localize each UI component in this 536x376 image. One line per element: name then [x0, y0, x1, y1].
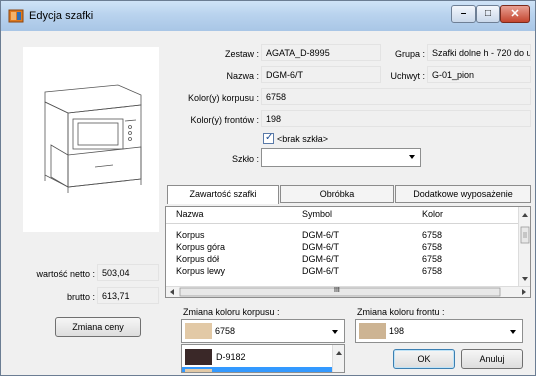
body-color-swatch	[185, 323, 212, 339]
cell-symbol: DGM-6/T	[302, 242, 339, 252]
cell-color: 6758	[422, 266, 443, 276]
tab-machining[interactable]: Obróbka	[280, 185, 394, 203]
body-colors-field: 6758	[261, 88, 531, 105]
front-colors-field: 198	[261, 110, 531, 127]
net-value-field: 503,04	[97, 264, 159, 281]
color-swatch	[185, 369, 212, 372]
front-colors-label: Kolor(y) frontów :	[190, 115, 259, 125]
checkmark-icon: ✓	[265, 132, 274, 143]
net-value-label: wartość netto :	[36, 269, 95, 279]
cell-name: Korpus lewy	[176, 266, 226, 276]
close-button[interactable]: ✕	[500, 5, 530, 23]
table-row[interactable]: Korpus lewy DGM-6/T 6758	[166, 266, 520, 277]
cell-symbol: DGM-6/T	[302, 266, 339, 276]
glass-select[interactable]	[261, 148, 421, 167]
cell-name: Korpus	[176, 230, 205, 240]
glass-label: Szkło :	[231, 154, 259, 164]
front-color-value: 198	[389, 326, 405, 336]
cabinet-preview	[23, 47, 159, 232]
front-color-change-label: Zmiana koloru frontu :	[357, 307, 445, 317]
cell-symbol: DGM-6/T	[302, 230, 339, 240]
dropdown-scrollbar[interactable]	[332, 345, 344, 372]
body-colors-label: Kolor(y) korpusu :	[187, 93, 259, 103]
chevron-down-icon	[409, 155, 415, 159]
gross-value-field: 613,71	[97, 287, 159, 304]
gross-value-label: brutto :	[66, 292, 95, 302]
cancel-button[interactable]: Anuluj	[461, 349, 523, 369]
table-vertical-scrollbar[interactable]	[518, 207, 530, 287]
edit-cabinet-window: Edycja szafki – □ ✕ Zestaw: AGATA_D-899…	[0, 0, 536, 376]
body-color-dropdown-list[interactable]: D-9182 6758	[181, 344, 345, 373]
minimize-icon: –	[460, 8, 467, 19]
column-header-name[interactable]: Nazwa	[176, 209, 204, 219]
dropdown-item-label: 6758	[216, 372, 236, 373]
color-swatch	[185, 349, 212, 365]
minimize-button[interactable]: –	[451, 5, 476, 23]
front-color-select[interactable]: 198	[355, 319, 523, 343]
body-color-change-label: Zmiana koloru korpusu :	[183, 307, 280, 317]
set-field: AGATA_D-8995	[261, 44, 381, 61]
dropdown-item-label: D-9182	[216, 352, 246, 362]
front-color-swatch	[359, 323, 386, 339]
ok-button[interactable]: OK	[393, 349, 455, 369]
table-horizontal-scrollbar[interactable]: III	[166, 286, 530, 297]
title-bar[interactable]: Edycja szafki – □ ✕	[1, 1, 535, 31]
table-row[interactable]: Korpus dół DGM-6/T 6758	[166, 254, 520, 265]
column-header-color[interactable]: Kolor	[422, 209, 443, 219]
chevron-down-icon	[332, 330, 338, 334]
no-glass-label: <brak szkła>	[277, 134, 329, 144]
close-icon: ✕	[510, 8, 520, 20]
dialog-content: Zestaw : AGATA_D-8995 Grupa : Szafki dol…	[5, 31, 531, 373]
cell-color: 6758	[422, 254, 443, 264]
scroll-arrows-icon	[520, 213, 530, 281]
body-color-select[interactable]: 6758	[181, 319, 345, 343]
table-row[interactable]: Korpus góra DGM-6/T 6758	[166, 242, 520, 253]
no-glass-checkbox[interactable]: ✓	[263, 132, 274, 144]
chevron-down-icon	[510, 330, 516, 334]
set-label: Zestaw :	[224, 49, 259, 59]
column-header-symbol[interactable]: Symbol	[302, 209, 332, 219]
cell-name: Korpus góra	[176, 242, 226, 252]
cell-name: Korpus dół	[176, 254, 220, 264]
name-field: DGM-6/T	[261, 66, 381, 83]
body-color-value: 6758	[215, 326, 236, 336]
table-header: Nazwa Symbol Kolor	[166, 207, 520, 224]
handle-label: Uchwyt :	[390, 71, 425, 81]
cabinet-drawing	[44, 84, 142, 193]
dropdown-item[interactable]: D-9182	[182, 347, 332, 367]
tab-extra-equipment[interactable]: Dodatkowe wyposażenie	[395, 185, 531, 203]
handle-field: G-01_pion	[427, 66, 531, 83]
window-title: Edycja szafki	[29, 10, 94, 22]
cabinet-app-icon	[8, 9, 24, 23]
tab-cabinet-contents[interactable]: Zawartość szafki	[167, 185, 279, 204]
name-label: Nazwa :	[226, 71, 259, 81]
change-price-button[interactable]: Zmiana ceny	[55, 317, 141, 337]
maximize-button[interactable]: □	[476, 5, 500, 23]
scroll-arrows-icon	[170, 287, 526, 297]
dropdown-item-selected[interactable]: 6758	[182, 367, 332, 373]
scroll-grip: III	[334, 287, 340, 294]
contents-table[interactable]: Nazwa Symbol Kolor Korpus DGM-6/T 6758 K…	[165, 206, 531, 298]
cell-symbol: DGM-6/T	[302, 254, 339, 264]
cell-color: 6758	[422, 230, 443, 240]
cell-color: 6758	[422, 242, 443, 252]
scroll-up-icon	[336, 351, 342, 355]
maximize-icon: □	[484, 8, 492, 19]
group-label: Grupa :	[394, 49, 425, 59]
group-field: Szafki dolne h - 720 do u	[427, 44, 531, 61]
table-row[interactable]: Korpus DGM-6/T 6758	[166, 230, 520, 241]
